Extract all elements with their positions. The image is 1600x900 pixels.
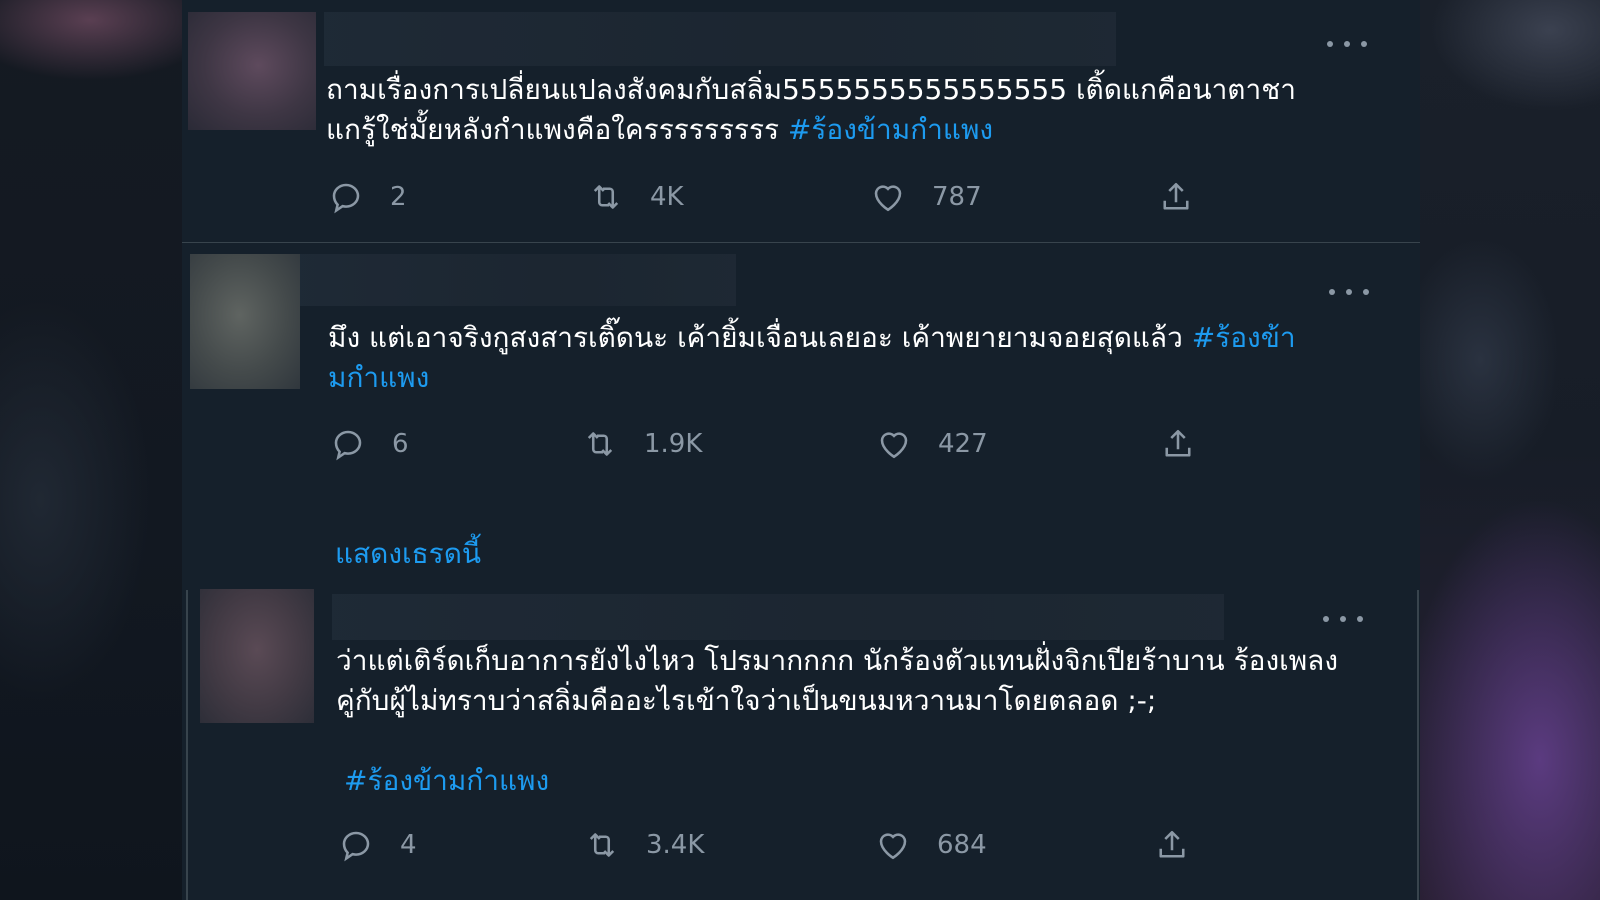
more-icon[interactable] [1323,609,1363,629]
retweet-icon [587,432,613,456]
like-button[interactable]: 427 [876,424,988,464]
tweet-actions: 2 4K 787 [182,177,1420,217]
share-button[interactable] [1158,177,1220,217]
retweet-count: 1.9K [644,429,703,459]
hashtag-link[interactable]: #ร้องข้ามกำแพง [788,113,993,146]
like-count: 684 [937,830,987,860]
like-count: 787 [932,182,982,212]
tweet-text: แกรู้ใช่มั้ยหลังกำแพงคือใครรรรรรรรร [326,113,788,146]
more-icon[interactable] [1329,282,1369,302]
tweet-text-line: คู่กับผู้ไม่ทราบว่าสลิ่มคืออะไรเข้าใจว่า… [336,684,1157,717]
more-icon[interactable] [1327,34,1367,54]
reply-icon [332,183,360,214]
share-icon [1165,429,1191,457]
retweet-button[interactable]: 3.4K [584,825,704,865]
share-button[interactable] [1154,825,1216,865]
tweet-text-line: แกรู้ใช่มั้ยหลังกำแพงคือใครรรรรรรรร #ร้อ… [326,110,993,150]
heart-icon [874,185,902,212]
like-button[interactable]: 787 [870,177,982,217]
share-button[interactable] [1160,424,1222,464]
blurred-background-right [1420,0,1600,900]
tweet-text-line: ว่าแต่เติร์ดเก็บอาการยังไงไหว โปรมากกกก … [336,644,1338,677]
reply-button[interactable]: 6 [330,424,409,464]
retweet-count: 3.4K [646,830,705,860]
author-name-redacted[interactable] [332,594,1224,640]
author-name-redacted[interactable] [324,12,1116,66]
tweet-3[interactable]: ว่าแต่เติร์ดเก็บอาการยังไงไหว โปรมากกกก … [182,583,1420,900]
tweet-actions: 4 3.4K 684 [182,825,1420,865]
hashtag-link[interactable]: #ร้องข้า [1192,321,1296,354]
avatar[interactable] [188,12,316,130]
heart-icon [880,432,908,459]
tweet-actions: 6 1.9K 427 [182,424,1420,464]
share-icon [1163,182,1189,210]
retweet-count: 4K [650,182,684,212]
reply-icon [334,430,362,461]
retweet-button[interactable]: 4K [588,177,684,217]
heart-icon [879,833,907,860]
reply-count: 2 [390,182,407,212]
author-name-redacted[interactable] [300,254,736,306]
like-count: 427 [938,429,988,459]
like-button[interactable]: 684 [875,825,987,865]
blurred-background-left [0,0,182,900]
avatar[interactable] [190,254,300,389]
show-thread-link[interactable]: แสดงเธรดนี้ [335,532,481,576]
tweet-1[interactable]: ถามเรื่องการเปลี่ยนแปลงสังคมกับสลิ่ม5555… [182,0,1420,243]
tweet-text-line: มึง แต่เอาจริงกูสงสารเติ๊ดนะ เค้ายิ้มเจื… [328,318,1296,358]
retweet-icon [593,185,619,209]
timeline: ถามเรื่องการเปลี่ยนแปลงสังคมกับสลิ่ม5555… [182,0,1420,900]
retweet-button[interactable]: 1.9K [582,424,702,464]
share-icon [1159,830,1185,858]
hashtag-link[interactable]: มกำแพง [328,358,429,398]
retweet-icon [589,833,615,857]
tweet-text: มึง แต่เอาจริงกูสงสารเติ๊ดนะ เค้ายิ้มเจื… [328,321,1192,354]
hashtag-link[interactable]: #ร้องข้ามกำแพง [344,761,549,801]
reply-count: 6 [392,429,409,459]
reply-icon [342,831,370,862]
reply-button[interactable]: 4 [338,825,417,865]
reply-count: 4 [400,830,417,860]
avatar[interactable] [200,589,314,723]
reply-button[interactable]: 2 [328,177,407,217]
tweet-text-line: ถามเรื่องการเปลี่ยนแปลงสังคมกับสลิ่ม5555… [326,73,1296,106]
